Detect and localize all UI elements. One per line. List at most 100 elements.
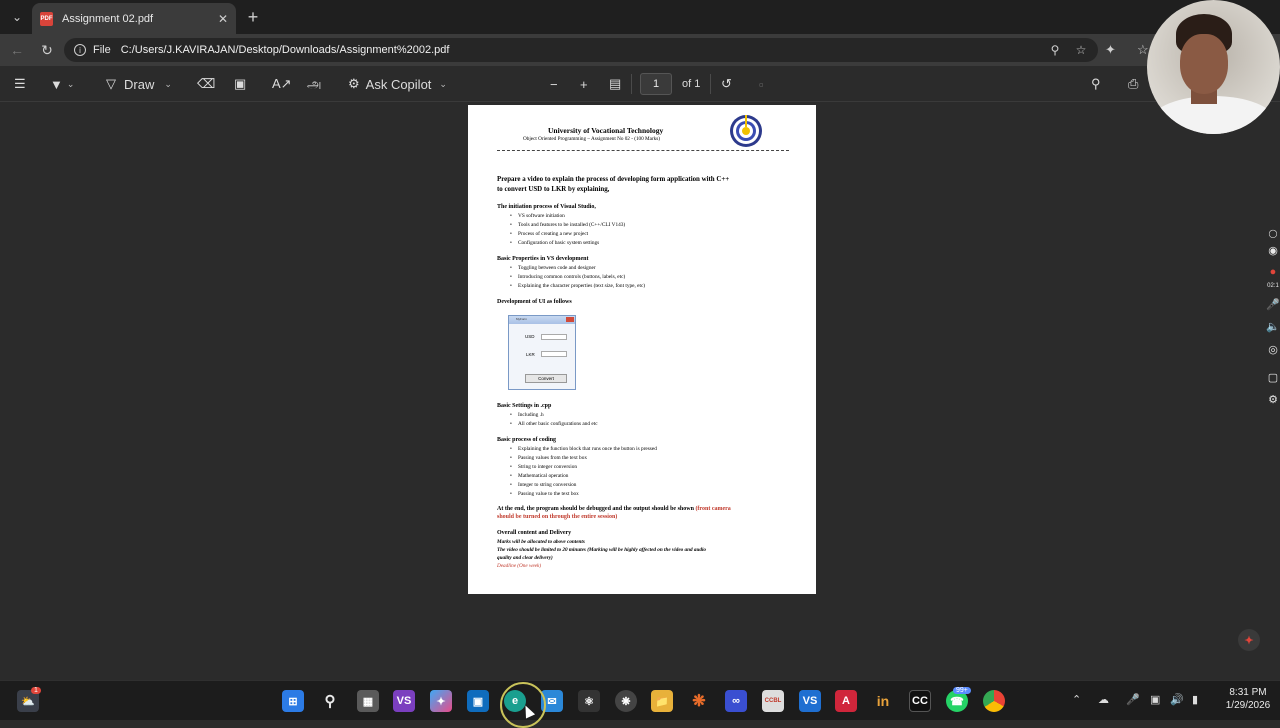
pdf-page: University of Vocational Technology Obje… [468,105,816,594]
battery-icon[interactable]: ▮ [1192,693,1198,706]
show-hidden-icons-icon[interactable]: ⌃ [1072,693,1081,706]
fit-page-icon[interactable]: ▤ [609,75,621,93]
section-heading: Basic Settings in .cpp [497,403,552,409]
vscode-icon[interactable]: VS [799,690,821,712]
delivery-line: quality and clear delivery) [497,555,553,561]
start-windows-icon[interactable]: ⊞ [282,690,304,712]
list-item: All other basic configurations and etc [510,421,598,427]
clock[interactable]: 8:31 PM 1/29/2026 [1220,686,1276,712]
toolbar-divider [631,74,632,94]
speaker-icon[interactable]: 🔈 [1266,320,1280,333]
address-row: ← ↻ i File C:/Users/J.KAVIRAJAN/Desktop/… [0,34,1280,66]
chatgpt-icon[interactable]: ❋ [615,690,637,712]
info-icon[interactable]: i [74,44,86,56]
microphone-icon[interactable]: 🎤 [1266,298,1280,311]
read-aloud-icon[interactable]: A↗ [272,75,292,93]
visual-studio-icon[interactable]: VS [393,690,415,712]
volume-icon[interactable]: 🔊 [1170,693,1184,706]
copilot-icon: ⚙ [348,76,360,91]
lead-line-1: Prepare a video to explain the process o… [497,176,730,183]
list-item: String to integer conversion [510,464,577,470]
search-icon[interactable]: ⚲ [1091,75,1101,93]
webcam-overlay [1147,0,1280,134]
zoom-out-icon[interactable]: − [550,75,558,93]
taskbar-search-icon[interactable]: ⚲ [319,690,341,712]
contents-list-icon[interactable]: ☰ [14,75,26,93]
screen-icon[interactable]: ▢ [1266,371,1280,384]
list-item: Configuration of basic system settings [510,240,599,246]
network-icon[interactable]: ▣ [1150,693,1160,706]
zoom-icon[interactable]: ⚲ [1048,43,1062,57]
webcam-toggle-icon[interactable]: ◎ [1266,343,1280,356]
list-item: Including .h [510,412,543,418]
page-total: of 1 [682,78,701,90]
rotate-icon[interactable]: ↺ [721,75,732,93]
tab-actions-menu-icon[interactable]: ⌄ [6,6,28,28]
vs-installer-icon[interactable]: ∞ [725,690,747,712]
ccbl-app-icon[interactable]: CCBL [762,690,784,712]
new-tab-icon[interactable]: + [242,6,264,28]
react-app-icon[interactable]: ⚛ [578,690,600,712]
extensions-icon[interactable]: ✦ [1105,42,1116,58]
weather-badge: 1 [31,687,41,694]
record-icon[interactable]: ● [1266,266,1280,278]
tab-assignment-pdf[interactable]: PDF Assignment 02.pdf ✕ [32,3,236,34]
end-note: At the end, the program should be debugg… [497,506,731,512]
list-item: Integer to string conversion [510,482,576,488]
eraser-icon[interactable]: ⌫ [197,75,215,93]
onedrive-icon[interactable]: ☁ [1098,693,1109,706]
list-item: Toggling between code and designer [510,265,596,271]
file-explorer-icon[interactable]: 📁 [651,690,673,712]
page-number-input[interactable]: 1 [640,73,672,95]
back-icon[interactable]: ← [6,39,28,61]
zoom-in-icon[interactable]: + [580,75,588,93]
address-scheme: File [93,44,111,56]
page-view-icon[interactable]: ▫ [759,75,764,93]
text-box-icon[interactable]: ▣ [234,75,246,93]
close-tab-icon[interactable]: ✕ [218,12,228,26]
capcut-icon[interactable]: CC [909,690,931,712]
copilot-app-icon[interactable]: ✦ [430,690,452,712]
address-bar[interactable]: i File C:/Users/J.KAVIRAJAN/Desktop/Down… [64,38,1098,62]
draw-button[interactable]: ▽ Draw ⌄ [106,75,172,93]
usd-textbox [541,334,567,340]
microsoft-store-icon[interactable]: ▣ [467,690,489,712]
ask-copilot-button[interactable]: ⚙ Ask Copilot ⌄ [348,75,447,93]
section-heading: The initiation process of Visual Studio, [497,204,596,210]
toolbar-divider [710,74,711,94]
translate-icon[interactable]: அ [307,75,321,93]
draw-label: Draw [124,76,155,92]
chrome-icon[interactable] [983,690,1005,712]
university-title: University of Vocational Technology [548,126,664,135]
address-url[interactable]: C:/Users/J.KAVIRAJAN/Desktop/Downloads/A… [121,44,1036,56]
tray-microphone-icon[interactable]: 🎤 [1126,693,1140,706]
recorder-handle-icon[interactable]: ◯ [1266,229,1280,238]
deadline-text: Deadline (One week) [497,563,542,569]
university-logo-icon [730,115,762,147]
highlight-icon[interactable]: ▼ ⌄ [50,75,74,93]
lkr-label: LKR [526,352,535,357]
claude-icon[interactable]: ❋ [688,690,710,712]
section-heading: Basic Properties in VS development [497,256,589,262]
camera-icon[interactable]: ◉ [1266,244,1280,257]
settings-gear-icon[interactable]: ⚙ [1266,393,1280,406]
reload-icon[interactable]: ↻ [36,39,58,61]
list-item: Mathematical operation [510,473,569,479]
section-heading: Development of UI as follows [497,299,572,305]
usd-label: USD [525,334,535,339]
acrobat-float-icon[interactable]: ✦ [1238,629,1260,651]
list-item: Explaining the character properties (tex… [510,283,645,289]
taskbar: ⛅ 1 ⊞ ⚲ ▦ VS ✦ ▣ e ✉ ⚛ ❋ 📁 ❋ ∞ CCBL VS A… [0,680,1280,720]
autocad-icon[interactable]: A [835,690,857,712]
convert-button-preview: Convert [525,374,567,383]
task-view-icon[interactable]: ▦ [357,690,379,712]
invision-icon[interactable]: in [872,690,894,712]
favorite-star-icon[interactable]: ☆ [1074,43,1088,57]
lead-line-2: to convert USD to LKR by explaining, [497,186,610,193]
whatsapp-badge: 99+ [953,687,971,694]
list-item: Explaining the function block that runs … [510,446,657,452]
print-icon[interactable]: ⎙ [1128,75,1138,93]
clock-time: 8:31 PM [1229,687,1267,698]
recording-timer: 02:1 [1267,283,1279,289]
form-window-title: MyForm [516,317,527,321]
